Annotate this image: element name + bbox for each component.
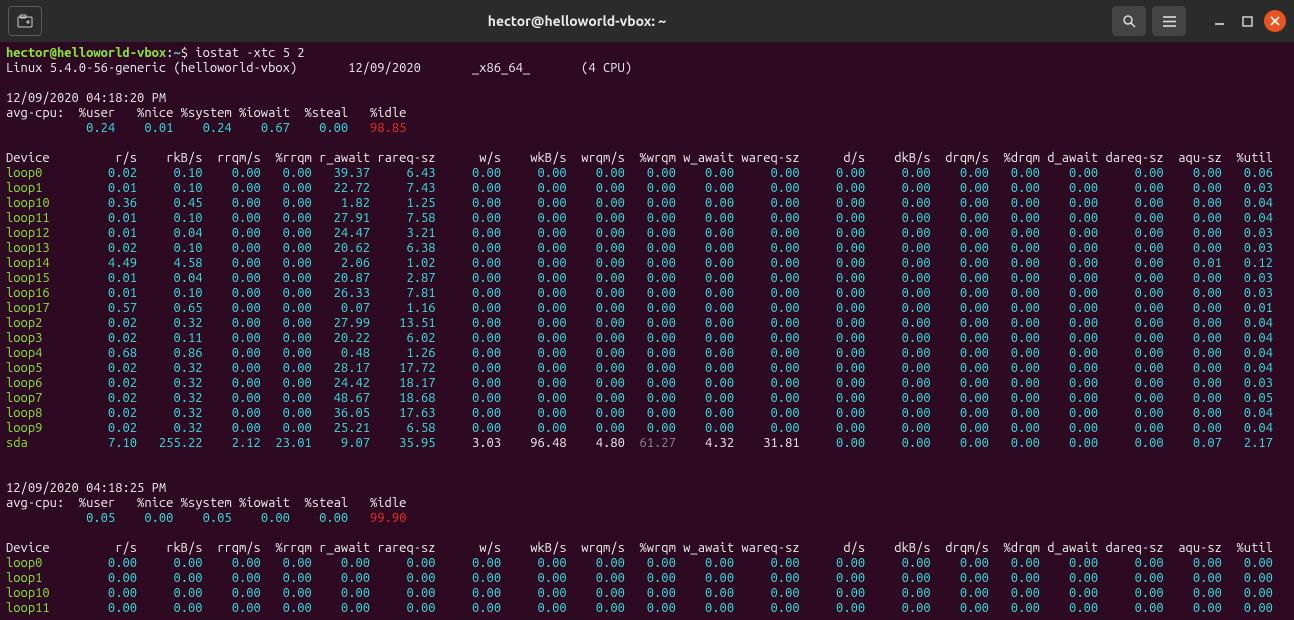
- device-row: loop9 0.02 0.32 0.00 0.00 25.21 6.58 0.0…: [6, 421, 1288, 436]
- minimize-button[interactable]: [1208, 10, 1230, 32]
- cpu-values: 0.24 0.01 0.24 0.67 0.00 98.85: [6, 121, 1288, 136]
- timestamp: 12/09/2020 04:18:20 PM: [6, 91, 1288, 106]
- device-row: loop0 0.00 0.00 0.00 0.00 0.00 0.00 0.00…: [6, 556, 1288, 571]
- device-row: loop10 0.00 0.00 0.00 0.00 0.00 0.00 0.0…: [6, 586, 1288, 601]
- device-row: loop5 0.02 0.32 0.00 0.00 28.17 17.72 0.…: [6, 361, 1288, 376]
- device-row: loop10 0.36 0.45 0.00 0.00 1.82 1.25 0.0…: [6, 196, 1288, 211]
- system-info-line: Linux 5.4.0-56-generic (helloworld-vbox)…: [6, 61, 1288, 76]
- new-tab-button[interactable]: [8, 6, 42, 36]
- close-button[interactable]: [1264, 10, 1286, 32]
- device-row: loop17 0.57 0.65 0.00 0.00 0.07 1.16 0.0…: [6, 301, 1288, 316]
- device-row: loop16 0.01 0.10 0.00 0.00 26.33 7.81 0.…: [6, 286, 1288, 301]
- device-row: loop11 0.00 0.00 0.00 0.00 0.00 0.00 0.0…: [6, 601, 1288, 616]
- window-titlebar: hector@helloworld-vbox: ~: [0, 0, 1294, 42]
- device-row: loop8 0.02 0.32 0.00 0.00 36.05 17.63 0.…: [6, 406, 1288, 421]
- device-row: loop1 0.00 0.00 0.00 0.00 0.00 0.00 0.00…: [6, 571, 1288, 586]
- hamburger-menu-button[interactable]: [1152, 6, 1186, 36]
- maximize-button[interactable]: [1236, 10, 1258, 32]
- timestamp: 12/09/2020 04:18:25 PM: [6, 481, 1288, 496]
- device-row: loop4 0.68 0.86 0.00 0.00 0.48 1.26 0.00…: [6, 346, 1288, 361]
- device-row: loop13 0.02 0.10 0.00 0.00 20.62 6.38 0.…: [6, 241, 1288, 256]
- device-row: loop6 0.02 0.32 0.00 0.00 24.42 18.17 0.…: [6, 376, 1288, 391]
- device-row: loop7 0.02 0.32 0.00 0.00 48.67 18.68 0.…: [6, 391, 1288, 406]
- cpu-header: avg-cpu: %user %nice %system %iowait %st…: [6, 496, 1288, 511]
- device-row: loop11 0.01 0.10 0.00 0.00 27.91 7.58 0.…: [6, 211, 1288, 226]
- device-row: loop14 4.49 4.58 0.00 0.00 2.06 1.02 0.0…: [6, 256, 1288, 271]
- device-row: loop15 0.01 0.04 0.00 0.00 20.87 2.87 0.…: [6, 271, 1288, 286]
- device-row: loop2 0.02 0.32 0.00 0.00 27.99 13.51 0.…: [6, 316, 1288, 331]
- window-title: hector@helloworld-vbox: ~: [50, 14, 1104, 29]
- search-button[interactable]: [1112, 6, 1146, 36]
- device-row: loop3 0.02 0.11 0.00 0.00 20.22 6.02 0.0…: [6, 331, 1288, 346]
- device-row: loop1 0.01 0.10 0.00 0.00 22.72 7.43 0.0…: [6, 181, 1288, 196]
- device-row: sda 7.10 255.22 2.12 23.01 9.07 35.95 3.…: [6, 436, 1288, 451]
- device-header: Device r/s rkB/s rrqm/s %rrqm r_await ra…: [6, 151, 1288, 166]
- prompt-line: hector@helloworld-vbox:~$ iostat -xtc 5 …: [6, 46, 1288, 61]
- cpu-values: 0.05 0.00 0.05 0.00 0.00 99.90: [6, 511, 1288, 526]
- device-header: Device r/s rkB/s rrqm/s %rrqm r_await ra…: [6, 541, 1288, 556]
- terminal-output[interactable]: hector@helloworld-vbox:~$ iostat -xtc 5 …: [0, 42, 1294, 620]
- cpu-header: avg-cpu: %user %nice %system %iowait %st…: [6, 106, 1288, 121]
- device-row: loop12 0.01 0.04 0.00 0.00 24.47 3.21 0.…: [6, 226, 1288, 241]
- device-row: loop0 0.02 0.10 0.00 0.00 39.37 6.43 0.0…: [6, 166, 1288, 181]
